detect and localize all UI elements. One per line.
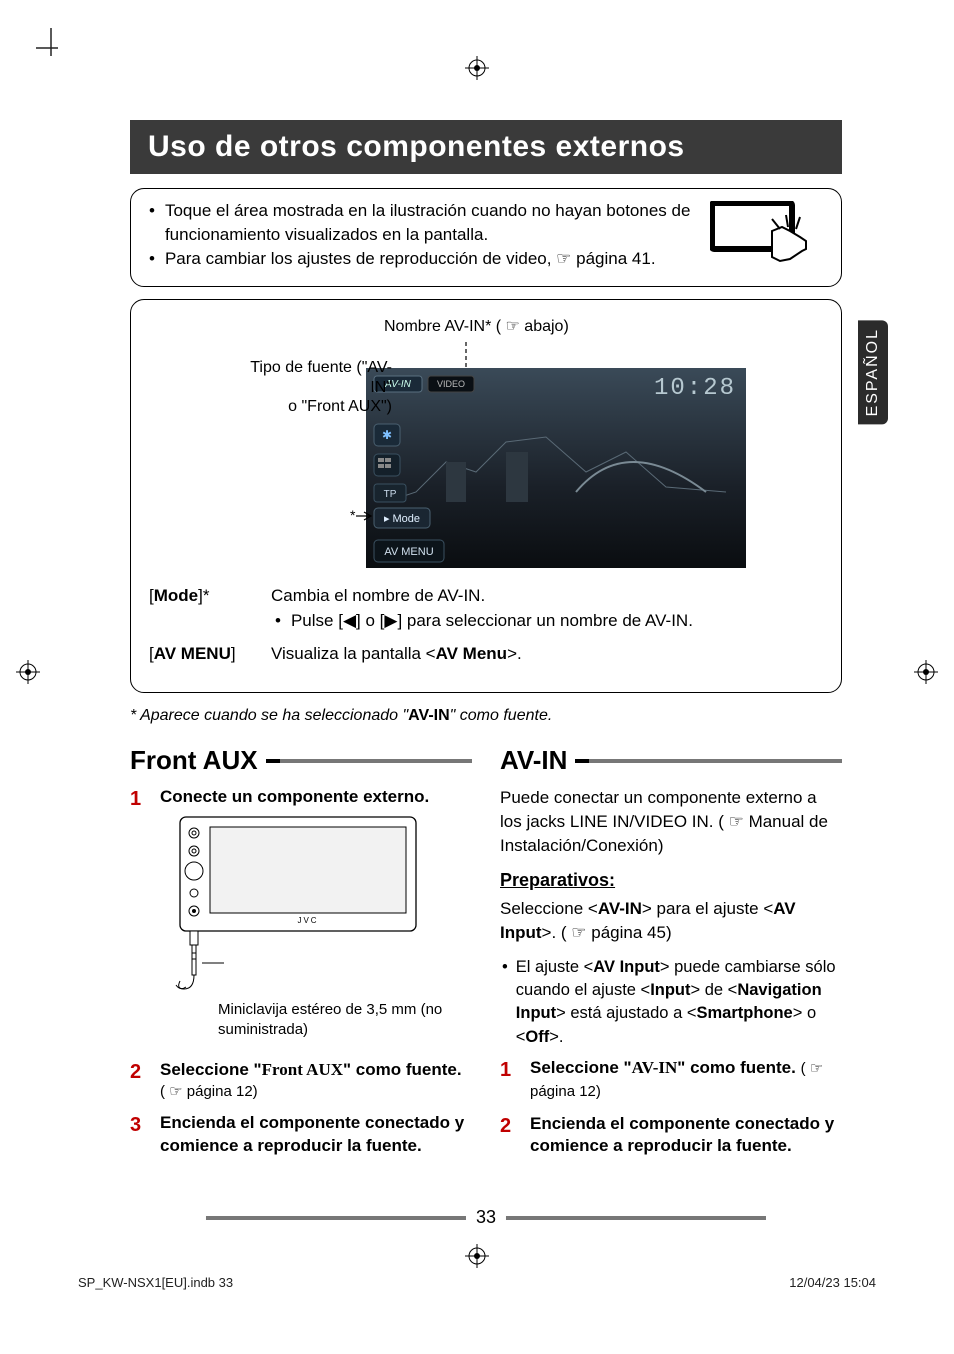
svg-text:✱: ✱ xyxy=(382,428,392,442)
step-number: 2 xyxy=(130,1059,160,1102)
step-number: 1 xyxy=(500,1057,530,1103)
registration-mark-icon xyxy=(914,660,938,684)
screen-tp-label: TP xyxy=(384,489,397,500)
screenshot-figure: Nombre AV-IN* ( ☞ abajo) Tipo de fuente … xyxy=(206,316,766,568)
step-title: Seleccione "Front AUX" como fuente. xyxy=(160,1059,472,1082)
step-subtext: ( ☞ página 12) xyxy=(160,1082,472,1102)
screen-clock: 10:28 xyxy=(654,375,736,402)
footer: SP_KW-NSX1[EU].indb 33 12/04/23 15:04 xyxy=(78,1275,876,1290)
button-desc: Cambia el nombre de AV-IN. Pulse [◀] o [… xyxy=(271,584,823,639)
asterisk-marker: * xyxy=(350,507,356,523)
notice-list: Toque el área mostrada en la ilustración… xyxy=(147,199,695,270)
section-title: Front AUX xyxy=(130,745,258,776)
footer-timestamp: 12/04/23 15:04 xyxy=(789,1275,876,1290)
notice-text: Para cambiar los ajustes de reproducción… xyxy=(165,247,656,271)
screen-avmenu-button: AV MENU xyxy=(384,546,433,558)
button-label: [AV MENU] xyxy=(149,642,269,673)
touch-illustration xyxy=(705,199,825,270)
two-column-layout: Front AUX 1 Conecte un componente extern… xyxy=(130,745,842,1168)
avin-name-label: Nombre AV-IN* ( ☞ abajo) xyxy=(384,316,766,336)
prep-heading: Preparativos: xyxy=(500,870,842,891)
button-label: [Mode]* xyxy=(149,584,269,639)
button-description-table: [Mode]* Cambia el nombre de AV-IN. Pulse… xyxy=(147,582,825,674)
notice-item: Para cambiar los ajustes de reproducción… xyxy=(147,247,695,271)
step-item: 2 Encienda el componente conectado y com… xyxy=(500,1113,842,1159)
screen-mode-button: ▸ Mode xyxy=(384,513,420,525)
crop-mark-icon xyxy=(36,28,66,68)
table-row: [AV MENU] Visualiza la pantalla <AV Menu… xyxy=(149,642,823,673)
step-item: 1 Conecte un componente externo. xyxy=(130,786,472,1049)
page-content: ESPAÑOL Uso de otros componentes externo… xyxy=(130,120,842,1254)
page-title: Uso de otros componentes externos xyxy=(130,120,842,174)
step-title: Seleccione "AV-IN" como fuente. ( ☞ pági… xyxy=(530,1057,842,1103)
footnote: * Aparece cuando se ha seleccionado "AV-… xyxy=(130,707,842,725)
divider-line xyxy=(575,759,842,763)
screen-description-box: Nombre AV-IN* ( ☞ abajo) Tipo de fuente … xyxy=(130,299,842,693)
prep-text: Seleccione <AV-IN> para el ajuste <AV In… xyxy=(500,897,842,945)
registration-mark-icon xyxy=(465,56,489,80)
receiver-front-icon: JVC xyxy=(160,813,430,993)
figure-caption: Miniclavija estéreo de 3,5 mm (no sumini… xyxy=(218,1000,472,1039)
button-desc: Visualiza la pantalla <AV Menu>. xyxy=(271,642,823,673)
device-figure: JVC xyxy=(160,813,472,1039)
step-title: Encienda el componente conectado y comie… xyxy=(530,1113,842,1159)
divider-line xyxy=(266,759,472,763)
av-in-section: AV-IN Puede conectar un componente exter… xyxy=(500,745,842,1168)
source-type-label: Tipo de fuente ("AV-IN" o "Front AUX") xyxy=(234,358,392,416)
touch-screen-icon xyxy=(710,201,820,269)
step-item: 3 Encienda el componente conectado y com… xyxy=(130,1112,472,1158)
intro-text: Puede conectar un componente externo a l… xyxy=(500,786,842,857)
page-number-bar: 33 xyxy=(206,1207,766,1228)
notice-text: Toque el área mostrada en la ilustración… xyxy=(165,199,695,247)
table-row: [Mode]* Cambia el nombre de AV-IN. Pulse… xyxy=(149,584,823,639)
step-number: 3 xyxy=(130,1112,160,1158)
registration-mark-icon xyxy=(16,660,40,684)
language-tab: ESPAÑOL xyxy=(858,320,888,424)
front-aux-section: Front AUX 1 Conecte un componente extern… xyxy=(130,745,472,1168)
step-item: 1 Seleccione "AV-IN" como fuente. ( ☞ pá… xyxy=(500,1057,842,1103)
page-number: 33 xyxy=(476,1207,496,1228)
manual-page: ESPAÑOL Uso de otros componentes externo… xyxy=(0,0,954,1354)
step-item: 2 Seleccione "Front AUX" como fuente. ( … xyxy=(130,1059,472,1102)
step-number: 1 xyxy=(130,786,160,1049)
brand-label: JVC xyxy=(297,916,318,925)
step-number: 2 xyxy=(500,1113,530,1159)
notice-box: Toque el área mostrada en la ilustración… xyxy=(130,188,842,287)
step-title: Conecte un componente externo. xyxy=(160,786,472,809)
prep-bullet-list: El ajuste <AV Input> puede cambiarse sól… xyxy=(500,956,842,1048)
step-title: Encienda el componente conectado y comie… xyxy=(160,1112,472,1158)
notice-item: Toque el área mostrada en la ilustración… xyxy=(147,199,695,247)
footer-filename: SP_KW-NSX1[EU].indb 33 xyxy=(78,1275,233,1290)
section-title: AV-IN xyxy=(500,745,567,776)
list-item: El ajuste <AV Input> puede cambiarse sól… xyxy=(500,956,842,1048)
screen-video-label: VIDEO xyxy=(437,379,465,389)
